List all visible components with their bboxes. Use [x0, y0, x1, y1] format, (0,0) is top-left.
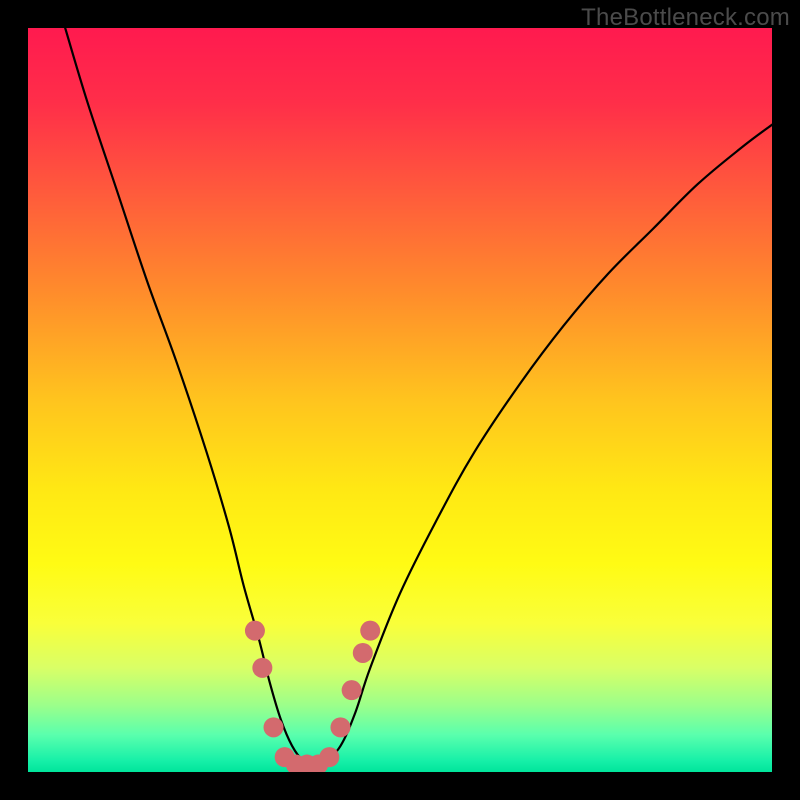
chart-frame: TheBottleneck.com [0, 0, 800, 800]
valley-dot [319, 747, 339, 767]
valley-dot [330, 717, 350, 737]
valley-dot [264, 717, 284, 737]
plot-area [28, 28, 772, 772]
valley-dot [353, 643, 373, 663]
gradient-background [28, 28, 772, 772]
valley-dot [342, 680, 362, 700]
valley-dot [360, 621, 380, 641]
valley-dot [252, 658, 272, 678]
valley-dot [245, 621, 265, 641]
chart-svg [28, 28, 772, 772]
